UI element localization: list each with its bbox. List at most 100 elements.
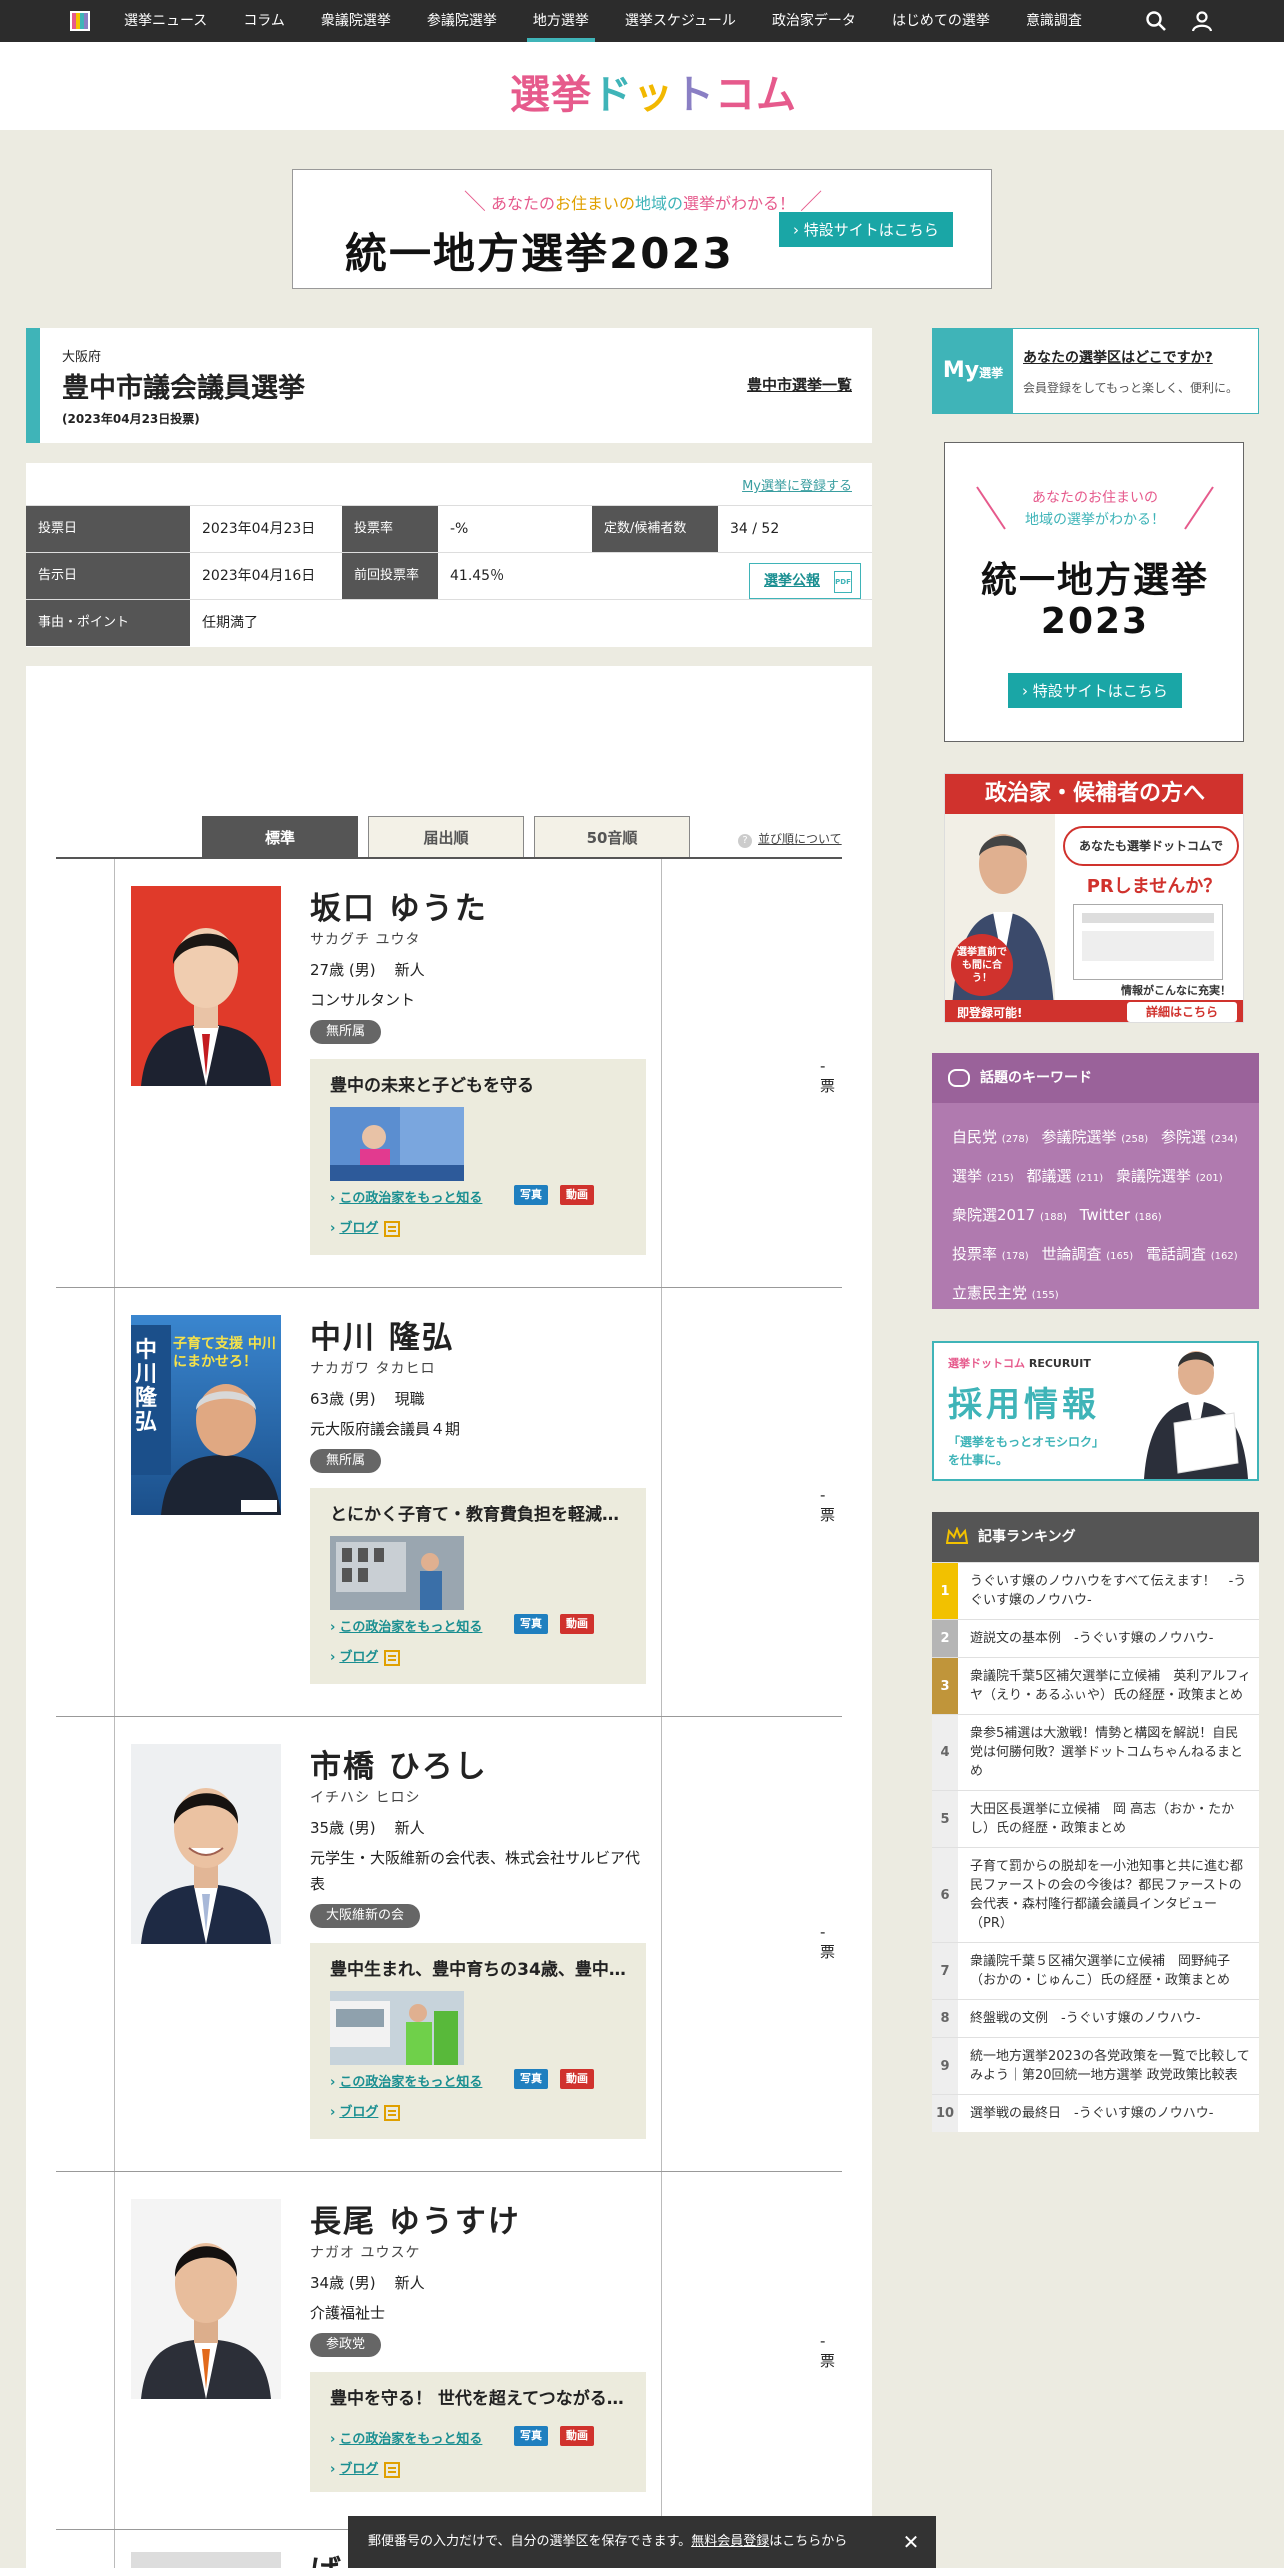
keyword-item[interactable]: 選挙 (215): [952, 1167, 1014, 1185]
ranking-item[interactable]: 5 大田区長選挙に立候補 岡 高志（おか・たかし）氏の経歴・政策まとめ: [932, 1790, 1259, 1847]
nav-item-house-of-councillors[interactable]: 参議院選挙: [409, 0, 515, 42]
nav-item-house-of-representatives[interactable]: 衆議院選挙: [303, 0, 409, 42]
sort-help-link[interactable]: ? 並び順について: [738, 830, 842, 848]
nav-item-first-election[interactable]: はじめての選挙: [874, 0, 1008, 42]
blog-link[interactable]: › ブログ: [330, 1217, 401, 1237]
unified-local-election-banner[interactable]: ＼ あなたのお住まいの地域の選挙がわかる！ ／ 統一地方選挙2023 › 特設サ…: [292, 169, 992, 289]
home-logo-icon[interactable]: [70, 11, 90, 31]
politician-pr-ad[interactable]: 政治家・候補者の方へ あなたも選挙ドットコムで PRしませんか？ 選挙直前でも間…: [944, 773, 1244, 1023]
pr-title[interactable]: 豊中の未来と子どもを守る: [330, 1071, 630, 1096]
search-icon[interactable]: [1144, 9, 1168, 33]
candidate-photo[interactable]: [131, 886, 281, 1086]
candidate-photo[interactable]: 中川 隆弘 子育て支援 中川にまかせろ！: [131, 1315, 281, 1515]
candidate-occupation: 介護福祉士: [310, 2304, 386, 2322]
nav-item-local-elections[interactable]: 地方選挙: [515, 0, 607, 42]
pr-title[interactable]: とにかく子育て・教育費負担を軽減します: [330, 1500, 630, 1525]
photo-tag[interactable]: 写真: [514, 1614, 548, 1634]
ranking-item[interactable]: 3 衆議院千葉5区補欠選挙に立候補 英利アルフィヤ（えり・あるふぃや）氏の経歴・政…: [932, 1657, 1259, 1714]
keyword-item[interactable]: 投票率 (178): [952, 1245, 1029, 1263]
candidate-name[interactable]: 市橋 ひろし: [310, 1741, 488, 1786]
keyword-item[interactable]: 参院選 (234): [1161, 1128, 1238, 1146]
my-election-box[interactable]: My選挙 あなたの選挙区はどこですか? 会員登録をしてもっと楽しく、便利に。: [932, 328, 1259, 414]
site-logo[interactable]: 選挙ドットコム: [510, 62, 797, 120]
info-value: 34 / 52: [730, 521, 780, 537]
keyword-item[interactable]: 世論調査 (165): [1041, 1245, 1133, 1263]
photo-tag[interactable]: 写真: [514, 2069, 548, 2089]
nav-item-survey[interactable]: 意識調査: [1008, 0, 1100, 42]
ranking-item[interactable]: 4 衆参5補選は大激戦！情勢と構図を解説！自民党は何勝何敗？選挙ドットコムちゃんね…: [932, 1714, 1259, 1790]
nav-item-news[interactable]: 選挙ニュース: [106, 0, 225, 42]
candidate-name[interactable]: 長尾 ゆうすけ: [310, 2196, 521, 2241]
toast-text-suffix: はこちらから: [769, 2534, 848, 2549]
banner-special-site-button[interactable]: › 特設サイトはこちら: [779, 212, 953, 247]
candidate-name[interactable]: 坂口 ゆうた: [310, 883, 488, 928]
candidate-photo[interactable]: [131, 2552, 281, 2568]
keyword-item[interactable]: 立憲民主党 (155): [952, 1284, 1059, 1302]
user-icon[interactable]: [1190, 9, 1214, 33]
more-about-politician-link[interactable]: › この政治家をもっと知る: [330, 1616, 482, 1635]
free-signup-link[interactable]: 無料会員登録: [691, 2534, 769, 2549]
keyword-item[interactable]: 自民党 (278): [952, 1128, 1029, 1146]
unified-local-election-side-banner[interactable]: あなたのお住まいの 地域の選挙がわかる！ 統一地方選挙 2023 › 特設サイト…: [944, 442, 1244, 742]
blog-link[interactable]: › ブログ: [330, 2101, 401, 2121]
candidate-kana: ナカガワ タカヒロ: [310, 1361, 436, 1377]
info-label: 前回投票率: [342, 553, 438, 599]
more-about-politician-link[interactable]: › この政治家をもっと知る: [330, 1187, 482, 1206]
photo-tag[interactable]: 写真: [514, 2426, 548, 2446]
vote-count: - 票: [820, 1486, 836, 1524]
ranking-item[interactable]: 6 子育て罰からの脱却を一小池知事と共に進む都民ファーストの会の今後は？都民ファー…: [932, 1847, 1259, 1942]
side-banner-button[interactable]: › 特設サイトはこちら: [1008, 673, 1182, 708]
my-election-question[interactable]: あなたの選挙区はどこですか?: [1023, 347, 1213, 367]
nav-item-politician-data[interactable]: 政治家データ: [754, 0, 874, 42]
keyword-item[interactable]: 衆議院選挙 (201): [1116, 1167, 1223, 1185]
blog-link[interactable]: › ブログ: [330, 2458, 401, 2478]
ranking-item[interactable]: 8 終盤戦の文例 -うぐいす嬢のノウハウ-: [932, 1999, 1259, 2037]
video-tag[interactable]: 動画: [560, 2426, 594, 2446]
more-about-politician-link[interactable]: › この政治家をもっと知る: [330, 2071, 482, 2090]
candidate-photo[interactable]: [131, 2199, 281, 2399]
register-my-election-link[interactable]: My選挙に登録する: [742, 475, 852, 494]
pr-thumbnail[interactable]: [330, 1991, 464, 2065]
ranking-item[interactable]: 10 選挙戦の最終日 -うぐいす嬢のノウハウ-: [932, 2094, 1259, 2132]
pr-title[interactable]: 豊中生まれ、豊中育ちの34歳、豊中を変えます: [330, 1955, 630, 1980]
keyword-item[interactable]: 電話調査 (162): [1146, 1245, 1238, 1263]
ranking-list: 1 うぐいす嬢のノウハウをすべて伝えます！ -うぐいす嬢のノウハウ- 2 遊説文の基本…: [932, 1562, 1259, 2132]
keyword-item[interactable]: 衆院選2017 (188): [952, 1206, 1067, 1224]
tab-syllabary-order[interactable]: 50音順: [534, 816, 690, 858]
ranking-article-title: 衆議院千葉5区補欠選挙に立候補 英利アルフィヤ（えり・あるふぃや）氏の経歴・政策…: [970, 1669, 1251, 1703]
close-icon[interactable]: ✕: [886, 2516, 936, 2568]
info-label: 告示日: [26, 553, 190, 599]
video-tag[interactable]: 動画: [560, 1614, 594, 1634]
video-tag[interactable]: 動画: [560, 2069, 594, 2089]
recruit-banner[interactable]: 選挙ドットコム RECURUIT 採用情報 「選挙をもっとオモシロク」 を仕事に…: [932, 1341, 1259, 1481]
ad-detail-button[interactable]: 詳細はこちら: [1127, 1002, 1237, 1022]
blog-icon: [384, 2104, 401, 2121]
ranking-item[interactable]: 7 衆議院千葉５区補欠選挙に立候補 岡野純子（おかの・じゅんこ）氏の経歴・政策まと…: [932, 1942, 1259, 1999]
info-value: 2023年04月23日: [202, 521, 316, 537]
chevron-right-icon: ›: [330, 2075, 336, 2090]
nav-item-column[interactable]: コラム: [225, 0, 303, 42]
pr-title[interactable]: 豊中を守る！ 世代を超えてつながる政治を: [330, 2384, 630, 2409]
ranking-item[interactable]: 9 統一地方選挙2023の各党政策を一覧で比較してみよう｜第20回統一地方選挙 政…: [932, 2037, 1259, 2094]
more-label: この政治家をもっと知る: [339, 2432, 483, 2447]
candidate-name[interactable]: ば: [310, 2546, 343, 2568]
candidate-name[interactable]: 中川 隆弘: [310, 1312, 455, 1357]
ranking-item[interactable]: 1 うぐいす嬢のノウハウをすべて伝えます！ -うぐいす嬢のノウハウ-: [932, 1562, 1259, 1619]
ranking-item[interactable]: 2 遊説文の基本例 -うぐいす嬢のノウハウ-: [932, 1619, 1259, 1657]
pr-thumbnail[interactable]: [330, 1107, 464, 1181]
video-tag[interactable]: 動画: [560, 1185, 594, 1205]
pr-thumbnail[interactable]: [330, 1536, 464, 1610]
election-publication-button[interactable]: 選挙公報 PDF: [749, 563, 861, 599]
ad-line1: あなたも選挙ドットコムで: [1063, 826, 1239, 866]
city-election-list-link[interactable]: 豊中市選挙一覧: [747, 374, 852, 395]
blog-link[interactable]: › ブログ: [330, 1646, 401, 1666]
nav-item-schedule[interactable]: 選挙スケジュール: [607, 0, 754, 42]
more-about-politician-link[interactable]: › この政治家をもっと知る: [330, 2428, 482, 2447]
tab-filing-order[interactable]: 届出順: [368, 816, 524, 858]
keyword-item[interactable]: 都議選 (211): [1026, 1167, 1103, 1185]
keyword-item[interactable]: 参議院選挙 (258): [1041, 1128, 1148, 1146]
tab-standard[interactable]: 標準: [202, 816, 358, 858]
candidate-photo[interactable]: [131, 1744, 281, 1944]
keyword-item[interactable]: Twitter (186): [1080, 1206, 1162, 1224]
photo-tag[interactable]: 写真: [514, 1185, 548, 1205]
